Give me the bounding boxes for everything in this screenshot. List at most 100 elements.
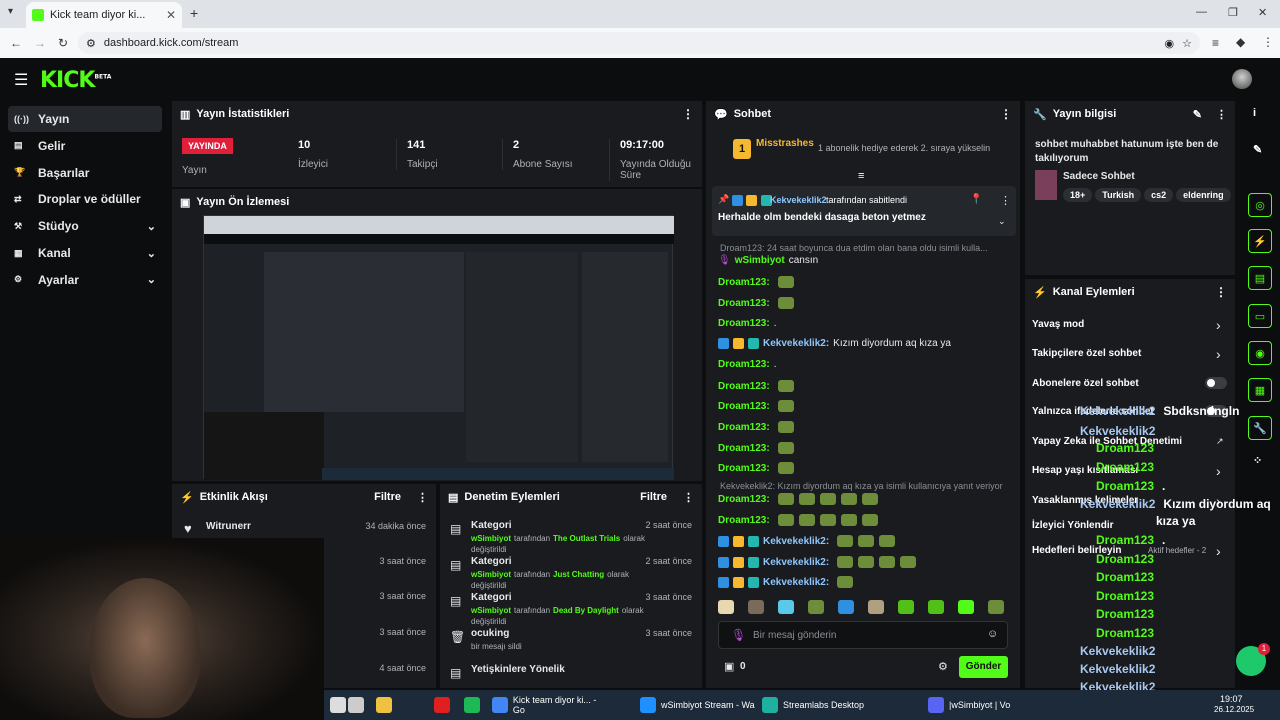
chat-username[interactable]: Droam123: [718, 277, 770, 288]
chat-settings-icon[interactable]: ⚙ [938, 660, 948, 673]
send-button[interactable]: Gönder [959, 656, 1008, 678]
bookmark-star-icon[interactable]: ☆ [1182, 37, 1192, 50]
chat-username[interactable]: Droam123: [718, 422, 770, 433]
maximize-icon[interactable]: ❐ [1228, 6, 1238, 19]
taskbar-app-icon[interactable] [330, 697, 346, 713]
chevron-right-icon[interactable]: › [1216, 346, 1221, 362]
channel-actions-menu-icon[interactable]: ⋮ [1215, 285, 1227, 299]
sidebar-item-2[interactable]: 🏆 Başarılar [8, 160, 162, 186]
close-window-icon[interactable]: ✕ [1258, 6, 1267, 19]
emote-picker-icon[interactable] [928, 600, 944, 614]
close-tab-icon[interactable]: ✕ [166, 8, 176, 22]
tab-list-icon[interactable]: ▾ [8, 6, 13, 17]
chat-username[interactable]: Kekvekeklik2: [763, 557, 829, 568]
chat-username[interactable]: Droam123: [718, 443, 770, 454]
info-icon[interactable]: i [1253, 107, 1256, 119]
tag-chip[interactable]: eldenring [1176, 188, 1231, 202]
wrench-icon[interactable]: 🔧 [1248, 416, 1272, 440]
taskbar-window-button[interactable]: |wSimbiyot | Vo [928, 694, 1028, 716]
chat-username[interactable]: Droam123: [718, 463, 770, 474]
emote-picker-icon[interactable] [898, 600, 914, 614]
users-icon[interactable]: ⁘ [1253, 454, 1262, 467]
external-link-icon[interactable]: ↗ [1216, 436, 1224, 447]
profile-icon[interactable]: ◆ [1236, 35, 1245, 49]
pinned-by[interactable]: Kekvekeklik2 [770, 195, 827, 205]
sidebar-item-5[interactable]: ▦ Kanal ⌄ [8, 240, 162, 266]
channel-action-label[interactable]: İzleyici Yönlendir [1032, 520, 1114, 531]
chevron-down-icon[interactable]: ⌄ [147, 220, 156, 233]
chat-username[interactable]: wSimbiyot [735, 255, 785, 266]
channel-action-label[interactable]: Abonelere özel sohbet [1032, 378, 1139, 389]
moderation-menu-icon[interactable]: ⋮ [683, 491, 694, 504]
pencil-icon[interactable]: ✎ [1253, 143, 1262, 156]
chevron-down-icon[interactable]: ⌄ [147, 247, 156, 260]
chat-input-box[interactable]: 🎙 Bir mesaj gönderin ☺ [718, 621, 1008, 649]
forward-icon[interactable]: → [34, 36, 46, 50]
activity-filter-button[interactable]: Filtre [374, 491, 401, 503]
chat-username[interactable]: Kekvekeklik2: [763, 536, 829, 547]
document-icon[interactable]: ▤ [1248, 266, 1272, 290]
edit-icon[interactable]: ✎ [1193, 108, 1202, 121]
layout-icon[interactable]: ▦ [1248, 378, 1272, 402]
tag-chip[interactable]: cs2 [1144, 188, 1174, 202]
emote-picker-icon[interactable] [808, 600, 824, 614]
chevron-right-icon[interactable]: › [1216, 317, 1221, 333]
points-icon[interactable]: ▣ [724, 660, 734, 673]
taskbar-window-button[interactable]: Kick team diyor ki... - Go [492, 694, 610, 716]
emote-picker-icon[interactable] [958, 600, 974, 614]
taskbar-app-icon[interactable] [464, 697, 480, 713]
chat-username[interactable]: Droam123: [718, 359, 770, 370]
tag-chip[interactable]: Turkish [1095, 188, 1142, 202]
chevron-down-icon[interactable]: ⌄ [998, 216, 1006, 227]
chat-username[interactable]: Droam123: [718, 298, 770, 309]
reload-icon[interactable]: ↻ [58, 36, 68, 50]
microphone-icon[interactable]: 🎙 [731, 628, 746, 642]
chat-username[interactable]: Kekvekeklik2: [763, 577, 829, 588]
emote-picker-icon[interactable] [748, 600, 764, 614]
browser-tab[interactable]: Kick team diyor ki... ✕ [26, 2, 182, 28]
chat-username[interactable]: Droam123: [718, 318, 770, 329]
unpin-icon[interactable]: 📍 [970, 194, 982, 205]
pinned-menu-icon[interactable]: ⋮ [1000, 194, 1011, 207]
eye-off-icon[interactable]: ◉ [1165, 37, 1175, 50]
minimize-icon[interactable]: — [1196, 6, 1207, 18]
stream-info-menu-icon[interactable]: ⋮ [1216, 108, 1227, 121]
back-icon[interactable]: ← [10, 36, 22, 50]
emote-picker-icon[interactable] [778, 600, 794, 614]
taskbar-app-icon[interactable] [376, 697, 392, 713]
sidebar-item-3[interactable]: ⇄ Droplar ve ödüller [8, 186, 162, 212]
chevron-right-icon[interactable]: › [1216, 463, 1221, 479]
taskbar-window-button[interactable]: wSimbiyot Stream - Wa [640, 694, 758, 716]
stats-menu-icon[interactable]: ⋮ [682, 107, 694, 121]
channel-action-label[interactable]: Yavaş mod [1032, 319, 1084, 330]
chat-username[interactable]: Droam123: [718, 401, 770, 412]
chat-bubble-icon[interactable]: ▭ [1248, 304, 1272, 328]
toggle-switch[interactable] [1205, 377, 1227, 389]
notification-bubble[interactable]: 1 [1236, 643, 1270, 676]
chevron-right-icon[interactable]: › [1216, 543, 1221, 559]
sidebar-item-6[interactable]: ⚙ Ayarlar ⌄ [8, 267, 162, 293]
site-info-icon[interactable]: ⚙ [86, 37, 96, 50]
extensions-icon[interactable]: ≡ [1212, 36, 1219, 50]
emote-picker-icon[interactable] [718, 600, 734, 614]
gift-user[interactable]: Misstrashes [756, 138, 814, 149]
tag-chip[interactable]: 18+ [1063, 188, 1093, 202]
target-icon[interactable]: ◎ [1248, 193, 1272, 217]
chat-username[interactable]: Droam123: [718, 381, 770, 392]
new-tab-icon[interactable]: + [190, 5, 198, 21]
collapse-icon[interactable]: ≡ [858, 170, 864, 182]
sidebar-item-1[interactable]: ▤ Gelir [8, 133, 162, 159]
emote-picker-icon[interactable] [838, 600, 854, 614]
browser-menu-icon[interactable]: ⋮ [1262, 35, 1274, 49]
broadcast-icon[interactable]: ◉ [1248, 341, 1272, 365]
category-name[interactable]: Sadece Sohbet [1063, 171, 1135, 182]
emote-picker-icon[interactable] [868, 600, 884, 614]
chat-menu-icon[interactable]: ⋮ [1000, 107, 1012, 121]
kick-logo[interactable]: KICKBETA [40, 68, 111, 93]
chat-username[interactable]: Kekvekeklik2: [763, 338, 829, 349]
chat-username[interactable]: Droam123: [718, 515, 770, 526]
preview-video[interactable] [203, 215, 674, 480]
chat-username[interactable]: Droam123: [718, 494, 770, 505]
taskbar-app-icon[interactable] [434, 697, 450, 713]
taskbar-window-button[interactable]: Streamlabs Desktop [762, 694, 880, 716]
